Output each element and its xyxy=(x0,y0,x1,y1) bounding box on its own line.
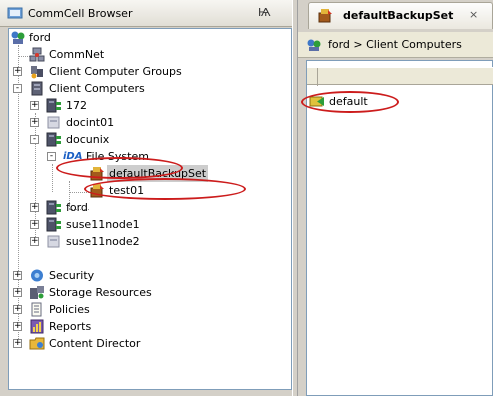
tree-item-label: suse11node2 xyxy=(66,235,140,248)
expand-toggle[interactable]: + xyxy=(30,220,39,229)
column-divider[interactable] xyxy=(317,68,318,86)
collapse-toggle[interactable]: - xyxy=(30,135,39,144)
group-icon xyxy=(31,66,43,79)
tree-item-label: Security xyxy=(49,269,95,282)
commcell-browser-header: CommCell Browser Ѩ xyxy=(0,0,292,27)
breadcrumb-text[interactable]: ford > Client Computers xyxy=(328,38,462,51)
tree-item-label: Policies xyxy=(49,303,90,316)
commcell-icon xyxy=(307,39,321,51)
highlight-ellipse xyxy=(301,91,399,113)
tree-item-client-computer-groups[interactable]: + Client Computer Groups xyxy=(9,63,269,80)
highlight-ellipse xyxy=(56,157,183,179)
disabled-client-icon xyxy=(47,235,60,248)
backupset-icon xyxy=(318,9,332,23)
expand-toggle[interactable]: + xyxy=(13,271,22,280)
tab-title: defaultBackupSet xyxy=(343,9,454,22)
commcell-browser-title: CommCell Browser xyxy=(28,7,133,20)
tree-item-label: Client Computers xyxy=(49,82,145,95)
network-icon xyxy=(29,47,45,62)
commcell-browser-panel: CommCell Browser Ѩ ford CommNet + Client… xyxy=(0,0,292,396)
reports-icon xyxy=(30,319,44,334)
breadcrumb: ford > Client Computers xyxy=(298,32,493,58)
collapse-toggle[interactable]: - xyxy=(47,152,56,161)
tree-item-content-director[interactable]: + Content Director xyxy=(9,335,269,352)
tree-item-storage-resources[interactable]: + Storage Resources xyxy=(9,284,269,301)
tree-item-security[interactable]: + Security xyxy=(9,267,269,284)
expand-toggle[interactable]: + xyxy=(30,118,39,127)
highlight-ellipse xyxy=(84,178,246,200)
tree-item-label: Content Director xyxy=(49,337,141,350)
expand-toggle[interactable]: + xyxy=(30,203,39,212)
tree-item-label: Storage Resources xyxy=(49,286,152,299)
expand-toggle[interactable]: + xyxy=(13,305,22,314)
backup-set-panel: defaultBackupSet × ford > Client Compute… xyxy=(298,0,493,396)
tree-item-reports[interactable]: + Reports xyxy=(9,318,269,335)
tree-item-ford-client[interactable]: + ford xyxy=(9,199,269,216)
expand-toggle[interactable]: + xyxy=(13,67,22,76)
client-icon xyxy=(46,132,61,147)
security-icon xyxy=(31,269,43,282)
tree-item-label: 172 xyxy=(66,99,87,112)
commcell-icon xyxy=(11,31,25,44)
tree-item-label: Client Computer Groups xyxy=(49,65,182,78)
collapse-toggle[interactable]: - xyxy=(13,84,22,93)
tree-item-suse11node2[interactable]: + suse11node2 xyxy=(9,233,269,250)
tree-item-label: Reports xyxy=(49,320,92,333)
tree-item-commnet[interactable]: CommNet xyxy=(9,46,269,63)
tree-item-label: ford xyxy=(29,31,51,44)
column-header[interactable] xyxy=(307,67,493,86)
expand-toggle[interactable]: + xyxy=(30,237,39,246)
tree-item-label: ford xyxy=(66,201,88,214)
commcell-browser-icon xyxy=(7,7,23,19)
close-icon[interactable]: × xyxy=(469,8,478,21)
tree-item-label: suse11node1 xyxy=(66,218,140,231)
tab-default-backup-set[interactable]: defaultBackupSet × xyxy=(308,2,493,29)
policies-icon xyxy=(31,302,42,317)
expand-toggle[interactable]: + xyxy=(13,288,22,297)
storage-icon xyxy=(30,286,44,299)
tree-item-client-computers[interactable]: - Client Computers xyxy=(9,80,269,97)
disabled-client-icon xyxy=(47,116,60,129)
tree-item-label: docunix xyxy=(66,133,110,146)
client-icon xyxy=(46,200,61,215)
tree-item-172[interactable]: + 172 xyxy=(9,97,269,114)
server-icon xyxy=(31,81,43,96)
tree-item-docunix[interactable]: - docunix xyxy=(9,131,269,148)
pin-icon[interactable]: Ѩ xyxy=(258,6,271,19)
expand-toggle[interactable]: + xyxy=(13,322,22,331)
commcell-tree: ford CommNet + Client Computer Groups - xyxy=(8,28,292,390)
tree-item-label: docint01 xyxy=(66,116,115,129)
client-icon xyxy=(46,98,61,113)
tree-item-ford-root[interactable]: ford xyxy=(9,29,269,46)
tree-item-docint01[interactable]: + docint01 xyxy=(9,114,269,131)
tree-item-policies[interactable]: + Policies xyxy=(9,301,269,318)
tree-item-label: CommNet xyxy=(49,48,105,61)
content-director-icon xyxy=(29,337,45,350)
subclient-list: default xyxy=(301,60,493,396)
expand-toggle[interactable]: + xyxy=(30,101,39,110)
client-icon xyxy=(46,217,61,232)
expand-toggle[interactable]: + xyxy=(13,339,22,348)
tree-item-suse11node1[interactable]: + suse11node1 xyxy=(9,216,269,233)
